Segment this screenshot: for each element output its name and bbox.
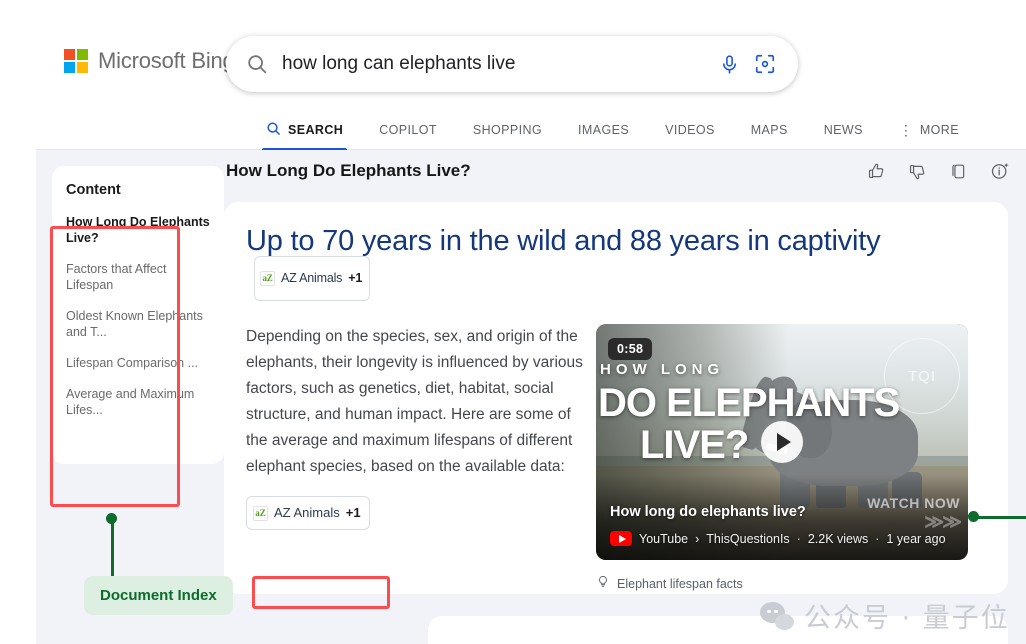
tab-images[interactable]: IMAGES (560, 110, 647, 150)
video-separator: › (695, 532, 699, 546)
answer-headline-text: Up to 70 years in the wild and 88 years … (246, 225, 880, 257)
bing-logo[interactable]: Microsoft Bing (64, 48, 235, 74)
kebab-menu-icon: ⋮ (899, 123, 913, 137)
citation-chip-headline[interactable]: aZ AZ Animals+1 (254, 256, 370, 301)
annotation-connector-line-left (111, 523, 114, 577)
nav-tabs-bar: SEARCH COPILOT SHOPPING IMAGES VIDEOS MA… (36, 110, 1026, 150)
microphone-icon[interactable] (719, 54, 740, 75)
watch-now-label: WATCH NOW (867, 496, 960, 510)
answer-paragraph-block: Depending on the species, sex, and origi… (246, 324, 584, 593)
answer-actions (867, 161, 1010, 181)
video-duration-badge: 0:58 (608, 338, 652, 360)
video-meta: YouTube › ThisQuestionIs · 2.2K views · … (610, 531, 946, 546)
answer-card: Up to 70 years in the wild and 88 years … (224, 202, 1008, 594)
thumbs-up-icon[interactable] (867, 162, 886, 181)
video-platform: YouTube (639, 532, 688, 546)
tab-maps[interactable]: MAPS (733, 110, 806, 150)
screenshot-stage: Microsoft Bing (0, 0, 1026, 644)
answer-header: How Long Do Elephants Live? (226, 158, 1026, 184)
search-box[interactable] (226, 36, 798, 92)
annotation-callout-document-index: Document Index (84, 576, 233, 615)
tab-label: SEARCH (288, 123, 343, 137)
tab-label: MAPS (751, 123, 788, 137)
search-input[interactable] (282, 53, 719, 75)
annotation-connector-dot-left (106, 513, 117, 524)
related-search-row[interactable]: Elephant lifespan facts (596, 574, 986, 593)
brand-name: Microsoft Bing (98, 48, 235, 74)
annotation-connector-dot-right (968, 511, 979, 522)
content-index-title: Content (66, 182, 210, 198)
citation-extra-count: +1 (348, 259, 362, 298)
play-button-icon[interactable] (761, 421, 803, 463)
video-column: 0:58 HOW LONG DO ELEPHANTS LIVE? TQI WAT… (596, 324, 986, 593)
next-result-card (428, 616, 1008, 644)
channel-watermark-ring: TQI (884, 338, 960, 414)
citation-chip-body[interactable]: aZ AZ Animals +1 (246, 496, 370, 530)
sidebar-item-1[interactable]: Factors that Affect Lifespan (66, 261, 210, 293)
content-area: Content How Long Do Elephants Live? Fact… (36, 150, 1026, 644)
video-title: How long do elephants live? (610, 504, 806, 520)
citation-extra-count: +1 (346, 500, 361, 526)
answer-paragraph: Depending on the species, sex, and origi… (246, 324, 584, 480)
search-icon (246, 53, 268, 75)
sidebar-item-4[interactable]: Average and Maximum Lifes... (66, 386, 210, 418)
nav-tabs: SEARCH COPILOT SHOPPING IMAGES VIDEOS MA… (248, 110, 977, 150)
tab-search[interactable]: SEARCH (248, 110, 361, 150)
video-overlay-line1: HOW LONG (600, 362, 899, 377)
page-title: How Long Do Elephants Live? (226, 161, 471, 181)
copy-icon[interactable] (949, 162, 968, 181)
bing-header: Microsoft Bing (36, 18, 1026, 110)
tab-label: COPILOT (379, 123, 437, 137)
az-animals-favicon-icon: aZ (260, 271, 275, 286)
video-card[interactable]: 0:58 HOW LONG DO ELEPHANTS LIVE? TQI WAT… (596, 324, 968, 560)
citation-source: AZ Animals (274, 500, 340, 526)
tab-videos[interactable]: VIDEOS (647, 110, 733, 150)
annotation-connector-line-right (975, 516, 1026, 519)
tab-more[interactable]: ⋮ MORE (881, 110, 977, 150)
video-views: 2.2K views (808, 532, 868, 546)
info-sparkle-icon[interactable] (990, 161, 1010, 181)
video-overlay-text: HOW LONG DO ELEPHANTS LIVE? (598, 362, 899, 465)
tab-copilot[interactable]: COPILOT (361, 110, 455, 150)
citation-row: aZ AZ Animals +1 (246, 496, 584, 530)
sidebar-item-2[interactable]: Oldest Known Elephants and T... (66, 308, 210, 340)
content-index-card: Content How Long Do Elephants Live? Fact… (52, 166, 224, 464)
search-icon (266, 121, 281, 139)
answer-column: How Long Do Elephants Live? (224, 202, 1026, 644)
youtube-icon (610, 531, 632, 546)
video-channel: ThisQuestionIs (706, 532, 789, 546)
browser-window: Microsoft Bing (36, 18, 1026, 644)
sidebar-item-3[interactable]: Lifespan Comparison ... (66, 355, 210, 371)
video-age: 1 year ago (886, 532, 945, 546)
az-animals-favicon-icon: aZ (253, 506, 268, 521)
thumbs-down-icon[interactable] (908, 162, 927, 181)
lightbulb-icon (596, 574, 610, 593)
tab-label: SHOPPING (473, 123, 542, 137)
sidebar-item-0[interactable]: How Long Do Elephants Live? (66, 214, 210, 246)
video-overlay-line2: DO ELEPHANTS (598, 383, 899, 423)
tab-shopping[interactable]: SHOPPING (455, 110, 560, 150)
citation-source: AZ Animals (281, 259, 342, 298)
answer-headline: Up to 70 years in the wild and 88 years … (246, 222, 986, 306)
related-search-label: Elephant lifespan facts (617, 577, 743, 591)
visual-search-icon[interactable] (754, 53, 776, 75)
tab-label: MORE (920, 123, 959, 137)
answer-body: Depending on the species, sex, and origi… (246, 324, 986, 593)
tab-label: IMAGES (578, 123, 629, 137)
tab-label: NEWS (824, 123, 863, 137)
tab-news[interactable]: NEWS (806, 110, 881, 150)
tab-label: VIDEOS (665, 123, 715, 137)
microsoft-squares-logo-icon (64, 49, 88, 73)
